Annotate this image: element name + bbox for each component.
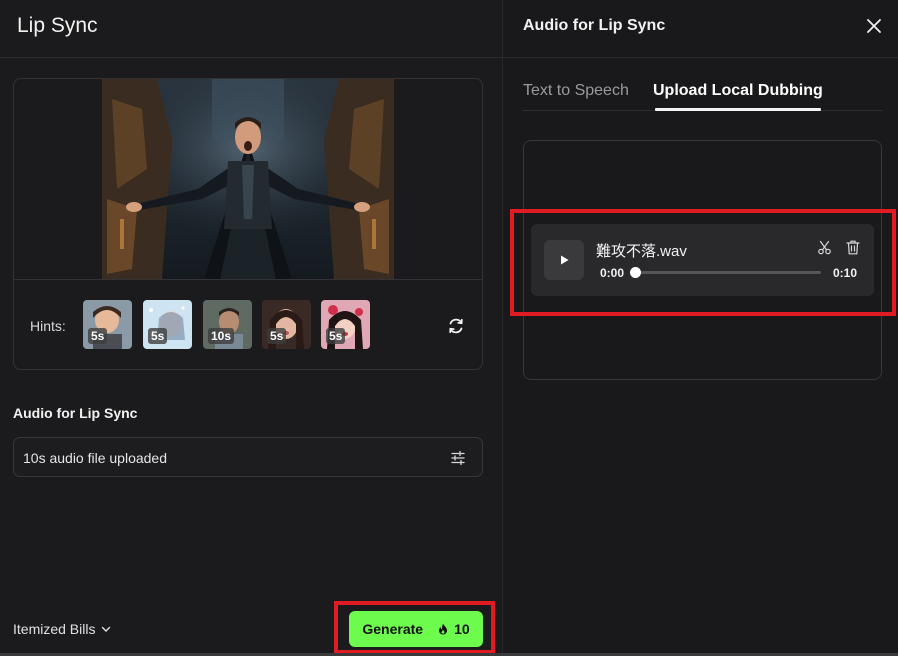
itemized-bills-label: Itemized Bills: [13, 621, 96, 637]
audio-field-value: 10s audio file uploaded: [23, 450, 168, 466]
tab-text-to-speech[interactable]: Text to Speech: [523, 82, 629, 100]
sliders-icon[interactable]: [450, 450, 466, 466]
hints-row: Hints: 5s 5s 10s 5s 5s: [14, 280, 482, 369]
audio-section-heading: Audio for Lip Sync: [13, 405, 138, 421]
hint-thumbnail-3[interactable]: 10s: [203, 300, 252, 349]
audio-file-name: 難攻不落.wav: [596, 243, 687, 260]
hint-thumbnail-1[interactable]: 5s: [83, 300, 132, 349]
hint-duration: 5s: [326, 328, 346, 344]
header-divider: [503, 57, 898, 58]
hint-duration: 5s: [267, 328, 287, 344]
tab-upload-local-dubbing[interactable]: Upload Local Dubbing: [653, 82, 823, 100]
audio-progress-track[interactable]: [630, 267, 821, 278]
trash-icon[interactable]: [846, 240, 860, 255]
generate-cost: 10: [454, 621, 470, 637]
header-divider: [0, 57, 503, 58]
page-title: Lip Sync: [17, 14, 98, 37]
audio-panel: Audio for Lip Sync Text to Speech Upload…: [503, 0, 898, 656]
generate-label: Generate: [362, 621, 424, 637]
play-icon: [561, 255, 569, 265]
close-icon[interactable]: [866, 18, 882, 34]
hint-thumbnail-4[interactable]: 5s: [262, 300, 311, 349]
hint-duration: 5s: [148, 328, 168, 344]
hint-duration: 10s: [208, 328, 235, 344]
video-preview-image[interactable]: [102, 79, 394, 279]
audio-duration: 0:10: [833, 266, 858, 280]
chevron-down-icon: [102, 626, 111, 632]
hints-label: Hints:: [30, 318, 66, 334]
itemized-bills-toggle[interactable]: Itemized Bills: [13, 621, 111, 637]
flame-icon: [439, 623, 448, 635]
hint-duration: 5s: [88, 328, 108, 344]
media-card: Hints: 5s 5s 10s 5s 5s: [13, 78, 483, 370]
refresh-icon[interactable]: [446, 316, 466, 336]
current-time: 0:00: [600, 266, 625, 280]
hint-thumbnail-5[interactable]: 5s: [321, 300, 370, 349]
audio-progress-handle[interactable]: [630, 267, 641, 278]
audio-select-field[interactable]: 10s audio file uploaded: [13, 437, 483, 477]
generate-button[interactable]: Generate 10: [349, 611, 483, 647]
active-tab-indicator: [655, 108, 821, 111]
audio-file-item: 難攻不落.wav 0:00 0:10: [531, 224, 874, 296]
video-preview-area: [14, 79, 482, 280]
scissors-icon[interactable]: [817, 240, 832, 255]
play-button[interactable]: [544, 240, 584, 280]
hint-thumbnail-2[interactable]: 5s: [143, 300, 192, 349]
lip-sync-panel: Lip Sync Hints: 5s 5s 10s 5s 5s Audio fo…: [0, 0, 503, 656]
panel-title: Audio for Lip Sync: [523, 17, 666, 34]
